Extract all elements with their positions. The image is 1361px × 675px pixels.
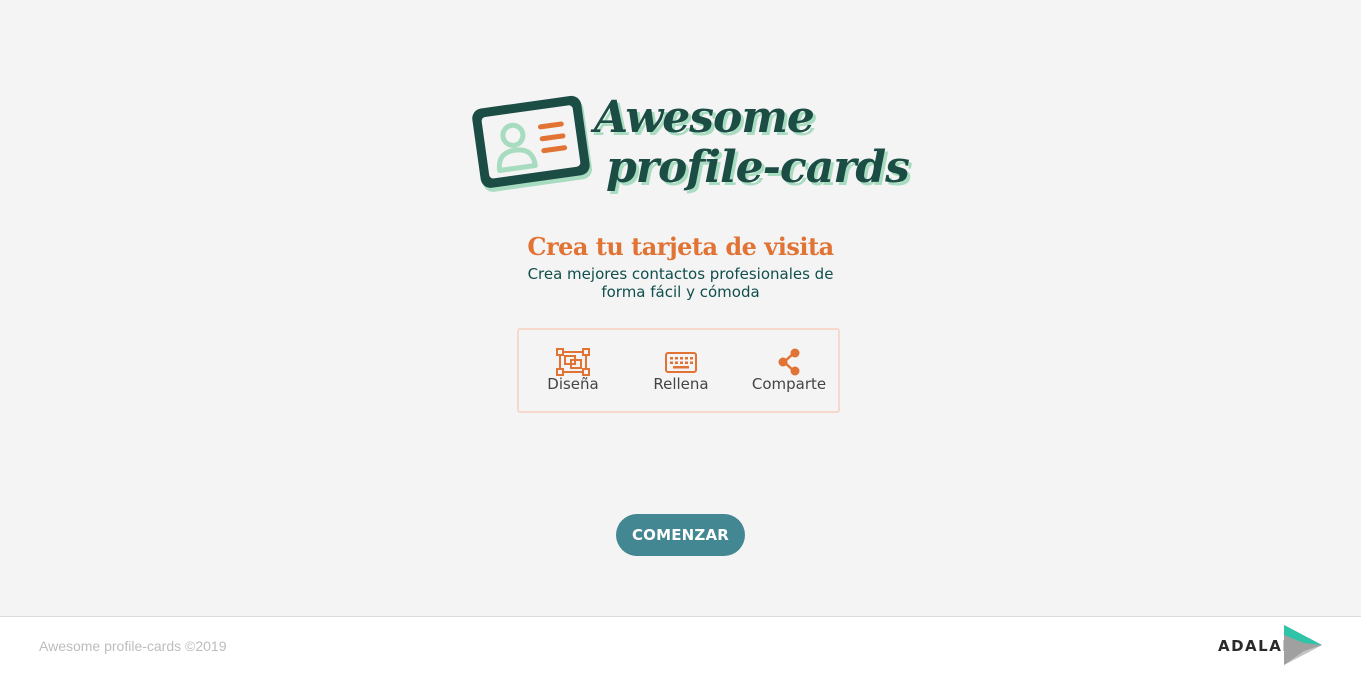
adalab-logo-icon <box>1284 625 1322 665</box>
steps-panel: Diseña Rellena Comparte <box>517 328 840 413</box>
start-button[interactable]: COMENZAR <box>616 514 745 556</box>
footer: Awesome profile-cards ©2019 ADALAB <box>0 616 1361 675</box>
share-icon <box>778 348 800 376</box>
step-fill: Rellena <box>627 348 735 394</box>
adalab-link[interactable]: ADALAB <box>1218 625 1326 667</box>
step-share-label: Comparte <box>751 375 827 393</box>
logo-title-line1: Awesome <box>594 92 815 143</box>
logo-title-line2: profile-cards <box>606 142 910 193</box>
step-design: Diseña <box>519 348 627 394</box>
keyboard-icon <box>665 352 697 373</box>
page-title: Crea tu tarjeta de visita <box>527 232 834 261</box>
landing-main: Awesome profile-cards Crea tu tarjeta de… <box>0 0 1361 616</box>
footer-copyright: Awesome profile-cards ©2019 <box>39 638 227 654</box>
step-design-label: Diseña <box>547 375 599 393</box>
id-card-icon <box>472 95 593 192</box>
object-group-icon <box>556 348 590 376</box>
app-logo: Awesome profile-cards <box>470 92 910 210</box>
step-share: Comparte <box>735 348 843 394</box>
step-fill-label: Rellena <box>653 375 709 393</box>
page-subtitle: Crea mejores contactos profesionales de … <box>527 265 834 301</box>
